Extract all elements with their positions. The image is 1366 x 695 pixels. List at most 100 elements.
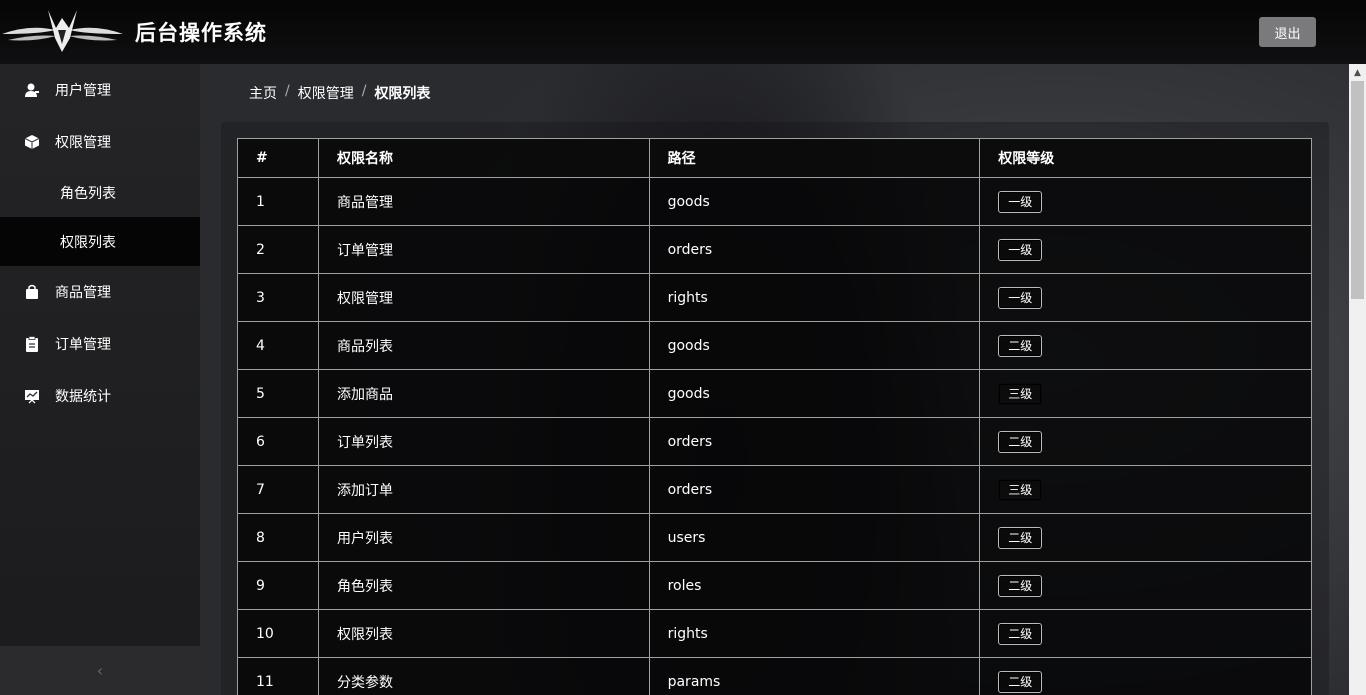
sidebar-item-users[interactable]: 用户管理 bbox=[0, 64, 200, 116]
cell-name: 添加商品 bbox=[317, 369, 650, 418]
cell-level: 一级 bbox=[979, 225, 1312, 274]
cell-level: 三级 bbox=[979, 369, 1312, 418]
cell-index: 1 bbox=[237, 177, 319, 226]
breadcrumb-separator: / bbox=[361, 83, 367, 99]
table-header-row: # 权限名称 路径 权限等级 bbox=[237, 138, 1312, 178]
breadcrumb-home[interactable]: 主页 bbox=[249, 83, 277, 103]
level-tag: 二级 bbox=[998, 334, 1043, 357]
cell-name: 添加订单 bbox=[317, 465, 650, 514]
sidebar-subitem-label: 权限列表 bbox=[60, 234, 116, 251]
table-row: 9 角色列表 roles 二级 bbox=[237, 561, 1312, 610]
cell-path: goods bbox=[648, 177, 981, 226]
sidebar-item-goods[interactable]: 商品管理 bbox=[0, 266, 200, 318]
logo-emblem-icon bbox=[2, 10, 123, 52]
sidebar-item-rights[interactable]: 权限管理 bbox=[0, 116, 200, 168]
cell-level: 二级 bbox=[979, 657, 1312, 695]
cell-path: rights bbox=[648, 609, 981, 658]
cell-name: 商品管理 bbox=[317, 177, 650, 226]
cell-name: 分类参数 bbox=[317, 657, 650, 695]
breadcrumb: 主页 / 权限管理 / 权限列表 bbox=[249, 83, 430, 103]
cell-level: 一级 bbox=[979, 177, 1312, 226]
scroll-up-arrow-icon[interactable]: ▲ bbox=[1349, 64, 1366, 81]
page-scrollbar[interactable]: ▲ bbox=[1349, 64, 1366, 695]
sidebar-subitem-rights-list[interactable]: 权限列表 bbox=[0, 217, 200, 266]
level-tag: 二级 bbox=[998, 670, 1043, 693]
sidebar-item-stats[interactable]: 数据统计 bbox=[0, 370, 200, 422]
table-row: 6 订单列表 orders 二级 bbox=[237, 417, 1312, 466]
cell-name: 角色列表 bbox=[317, 561, 650, 610]
sidebar-item-label: 数据统计 bbox=[55, 389, 111, 405]
cell-path: rights bbox=[648, 273, 981, 322]
table-row: 3 权限管理 rights 一级 bbox=[237, 273, 1312, 322]
logo bbox=[0, 4, 125, 60]
level-tag: 一级 bbox=[998, 238, 1043, 261]
clipboard-icon bbox=[24, 336, 40, 352]
cell-path: params bbox=[648, 657, 981, 695]
bag-icon bbox=[24, 284, 40, 300]
cell-index: 2 bbox=[237, 225, 319, 274]
rights-table: # 权限名称 路径 权限等级 1 商品管理 goods 一级 2 订单管理 orders 一级… bbox=[237, 138, 1312, 695]
sidebar-item-label: 订单管理 bbox=[55, 337, 111, 353]
column-header-name: 权限名称 bbox=[317, 138, 650, 178]
table-row: 5 添加商品 goods 三级 bbox=[237, 369, 1312, 418]
chart-icon bbox=[24, 388, 40, 404]
cell-path: roles bbox=[648, 561, 981, 610]
table-row: 1 商品管理 goods 一级 bbox=[237, 177, 1312, 226]
sidebar-collapse-toggle[interactable]: ‹ bbox=[0, 646, 200, 695]
table-row: 4 商品列表 goods 二级 bbox=[237, 321, 1312, 370]
breadcrumb-current: 权限列表 bbox=[374, 86, 431, 102]
level-tag: 二级 bbox=[998, 574, 1043, 597]
cell-index: 5 bbox=[237, 369, 319, 418]
level-tag: 二级 bbox=[998, 526, 1043, 549]
cell-index: 10 bbox=[237, 609, 319, 658]
cell-path: goods bbox=[648, 321, 981, 370]
cell-name: 权限列表 bbox=[317, 609, 650, 658]
breadcrumb-rights: 权限管理 bbox=[297, 86, 354, 102]
cell-index: 9 bbox=[237, 561, 319, 610]
cell-path: orders bbox=[648, 465, 981, 514]
table-row: 2 订单管理 orders 一级 bbox=[237, 225, 1312, 274]
cell-name: 权限管理 bbox=[317, 273, 650, 322]
cell-index: 11 bbox=[237, 657, 319, 695]
cell-index: 4 bbox=[237, 321, 319, 370]
app-title: 后台操作系统 bbox=[135, 21, 267, 45]
cell-index: 6 bbox=[237, 417, 319, 466]
table-row: 11 分类参数 params 二级 bbox=[237, 657, 1312, 695]
scrollbar-thumb[interactable] bbox=[1351, 81, 1364, 299]
sidebar-subitem-label: 角色列表 bbox=[60, 185, 116, 202]
sidebar-item-label: 商品管理 bbox=[55, 285, 111, 301]
sidebar-subitem-roles[interactable]: 角色列表 bbox=[0, 168, 200, 217]
cell-level: 二级 bbox=[979, 321, 1312, 370]
sidebar: 用户管理 权限管理 角色列表 权限列表 商品管理 订单管理 数据统计 ‹ bbox=[0, 64, 200, 695]
cell-level: 三级 bbox=[979, 465, 1312, 514]
cell-path: orders bbox=[648, 417, 981, 466]
cell-index: 3 bbox=[237, 273, 319, 322]
breadcrumb-separator: / bbox=[285, 83, 290, 99]
column-header-path: 路径 bbox=[648, 138, 981, 178]
table-row: 8 用户列表 users 二级 bbox=[237, 513, 1312, 562]
cell-name: 订单管理 bbox=[317, 225, 650, 274]
sidebar-item-orders[interactable]: 订单管理 bbox=[0, 318, 200, 370]
level-tag: 二级 bbox=[998, 430, 1043, 453]
cell-level: 二级 bbox=[979, 417, 1312, 466]
level-tag: 一级 bbox=[998, 286, 1043, 309]
level-tag: 二级 bbox=[998, 622, 1043, 645]
cell-level: 二级 bbox=[979, 513, 1312, 562]
sidebar-item-label: 用户管理 bbox=[55, 83, 111, 99]
cell-level: 二级 bbox=[979, 561, 1312, 610]
cell-path: goods bbox=[648, 369, 981, 418]
cell-index: 8 bbox=[237, 513, 319, 562]
cell-name: 商品列表 bbox=[317, 321, 650, 370]
column-header-level: 权限等级 bbox=[979, 138, 1312, 178]
level-tag: 一级 bbox=[998, 190, 1043, 213]
cell-level: 二级 bbox=[979, 609, 1312, 658]
sidebar-item-label: 权限管理 bbox=[55, 135, 111, 151]
cube-icon bbox=[24, 134, 40, 150]
logout-button[interactable]: 退出 bbox=[1259, 17, 1316, 47]
chevron-left-icon: ‹ bbox=[96, 661, 104, 680]
level-tag: 三级 bbox=[998, 382, 1043, 405]
cell-path: orders bbox=[648, 225, 981, 274]
cell-name: 用户列表 bbox=[317, 513, 650, 562]
table-row: 7 添加订单 orders 三级 bbox=[237, 465, 1312, 514]
cell-name: 订单列表 bbox=[317, 417, 650, 466]
